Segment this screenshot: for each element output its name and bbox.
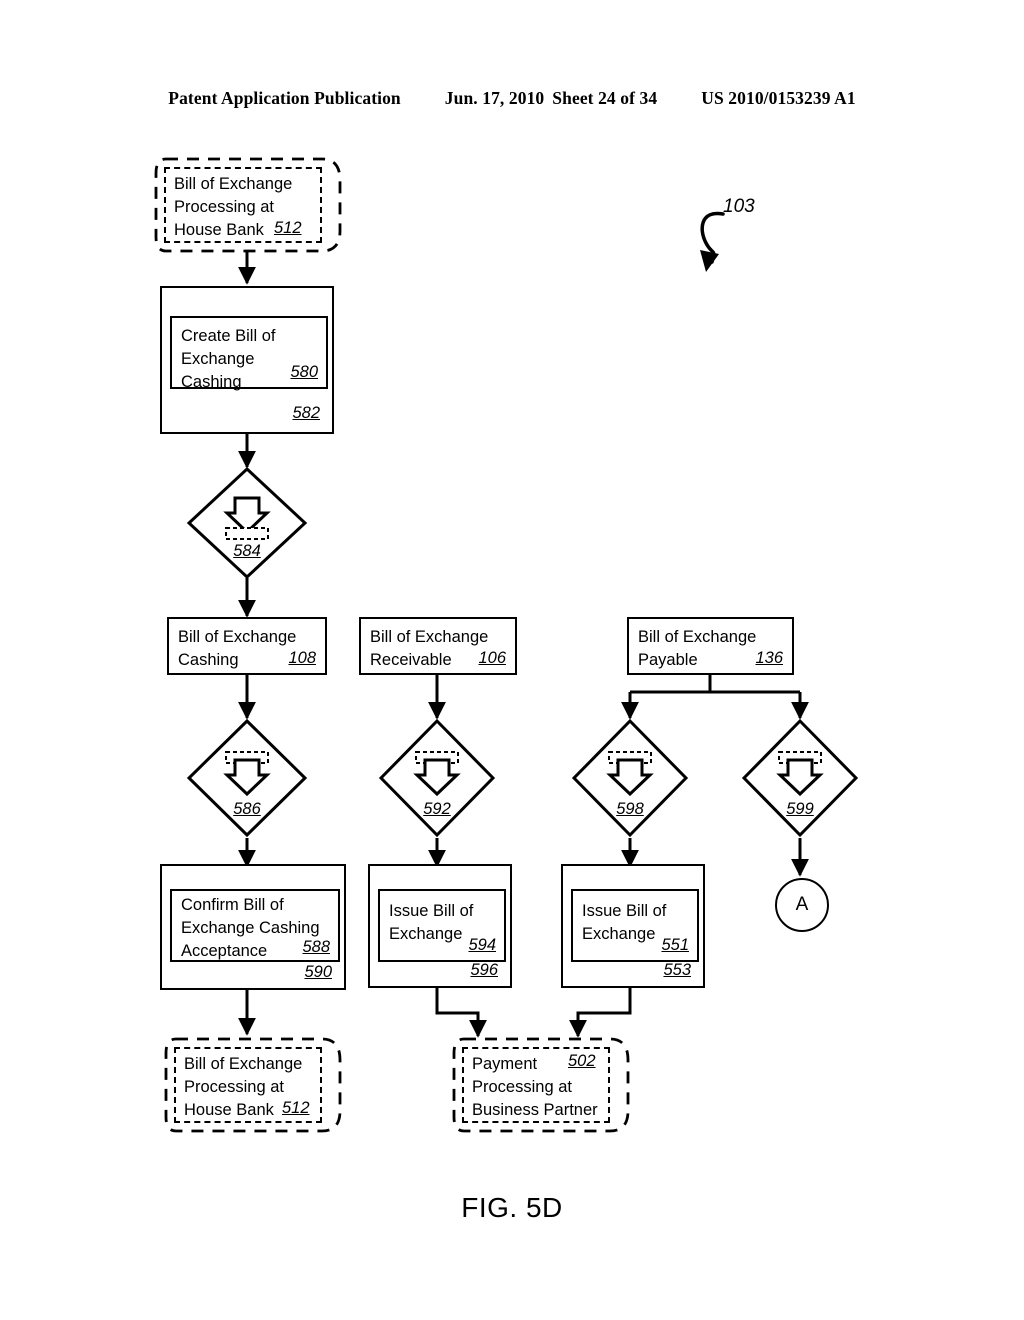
- event-gateway-592[interactable]: 592: [378, 718, 496, 838]
- ref-numeral-512-bottom: 512: [282, 1099, 310, 1117]
- ref-numeral-584: 584: [233, 542, 261, 560]
- process-issue-bill-of-exchange-596-outer[interactable]: Issue Bill of Exchange 594 596: [368, 864, 512, 988]
- figure-caption-label: FIG. 5D: [461, 1192, 563, 1223]
- process-issue-bill-of-exchange-594-inner[interactable]: Issue Bill of Exchange 594: [378, 889, 506, 962]
- event-bill-of-exchange-processing-house-bank-bottom[interactable]: Bill of Exchange Processing at House Ban…: [162, 1035, 344, 1135]
- process-label-580: Create Bill of Exchange Cashing: [181, 327, 276, 391]
- ref-numeral-106: 106: [478, 649, 506, 667]
- process-issue-bill-of-exchange-553-outer[interactable]: Issue Bill of Exchange 551 553: [561, 864, 705, 988]
- ref-numeral-553: 553: [663, 961, 691, 979]
- object-bill-of-exchange-receivable[interactable]: Bill of Exchange Receivable 106: [359, 617, 517, 675]
- process-confirm-cashing-acceptance-outer[interactable]: Confirm Bill of Exchange Cashing Accepta…: [160, 864, 346, 990]
- header-patent-number-label: US 2010/0153239 A1: [701, 88, 856, 108]
- diamond-shape: [571, 718, 689, 838]
- header-publication-label: Patent Application Publication: [168, 88, 401, 108]
- ref-numeral-512-top: 512: [274, 219, 302, 237]
- ref-numeral-551: 551: [661, 936, 689, 954]
- diamond-shape: [741, 718, 859, 838]
- event-gateway-598[interactable]: 598: [571, 718, 689, 838]
- figure-caption: FIG. 5D: [0, 1192, 1024, 1224]
- header-date-label: Jun. 17, 2010: [444, 88, 545, 108]
- diagram-ref-label: 103: [723, 196, 755, 217]
- ref-numeral-136: 136: [755, 649, 783, 667]
- process-create-bill-of-exchange-cashing-outer[interactable]: Create Bill of Exchange Cashing 580 582: [160, 286, 334, 434]
- event-gateway-599[interactable]: 599: [741, 718, 859, 838]
- ref-numeral-502: 502: [568, 1052, 596, 1070]
- event-gateway-584[interactable]: 584: [186, 466, 308, 580]
- ref-numeral-592: 592: [423, 800, 451, 818]
- ref-numeral-594: 594: [468, 936, 496, 954]
- event-gateway-586[interactable]: 586: [186, 718, 308, 838]
- ref-numeral-599: 599: [786, 800, 814, 818]
- diagram-reference-103: 103: [690, 196, 820, 276]
- ref-numeral-582: 582: [292, 404, 320, 422]
- ref-numeral-598: 598: [616, 800, 644, 818]
- event-payment-processing-business-partner[interactable]: Payment Processing at Business Partner 5…: [450, 1035, 632, 1135]
- header-sheet-label: Sheet 24 of 34: [552, 88, 658, 108]
- event-bill-of-exchange-processing-house-bank-top[interactable]: Bill of Exchange Processing at House Ban…: [152, 155, 344, 255]
- ref-numeral-108: 108: [288, 649, 316, 667]
- off-page-connector-a[interactable]: A: [775, 878, 829, 932]
- process-confirm-cashing-acceptance-inner[interactable]: Confirm Bill of Exchange Cashing Accepta…: [170, 889, 340, 962]
- process-issue-bill-of-exchange-551-inner[interactable]: Issue Bill of Exchange 551: [571, 889, 699, 962]
- process-create-bill-of-exchange-cashing-inner[interactable]: Create Bill of Exchange Cashing 580: [170, 316, 328, 391]
- ref-numeral-596: 596: [470, 961, 498, 979]
- connector-a-label: A: [795, 894, 809, 915]
- diamond-shape: [186, 466, 308, 580]
- ref-numeral-588: 588: [302, 938, 330, 956]
- ref-numeral-590: 590: [304, 963, 332, 981]
- ref-numeral-580: 580: [290, 363, 318, 381]
- page-header: Patent Application Publication Jun. 17, …: [0, 88, 1024, 109]
- ref-numeral-586: 586: [233, 800, 261, 818]
- diamond-shape: [186, 718, 308, 838]
- object-bill-of-exchange-payable[interactable]: Bill of Exchange Payable 136: [627, 617, 794, 675]
- diamond-shape: [378, 718, 496, 838]
- object-bill-of-exchange-cashing[interactable]: Bill of Exchange Cashing 108: [167, 617, 327, 675]
- event-label-502: Payment Processing at Business Partner: [472, 1055, 598, 1119]
